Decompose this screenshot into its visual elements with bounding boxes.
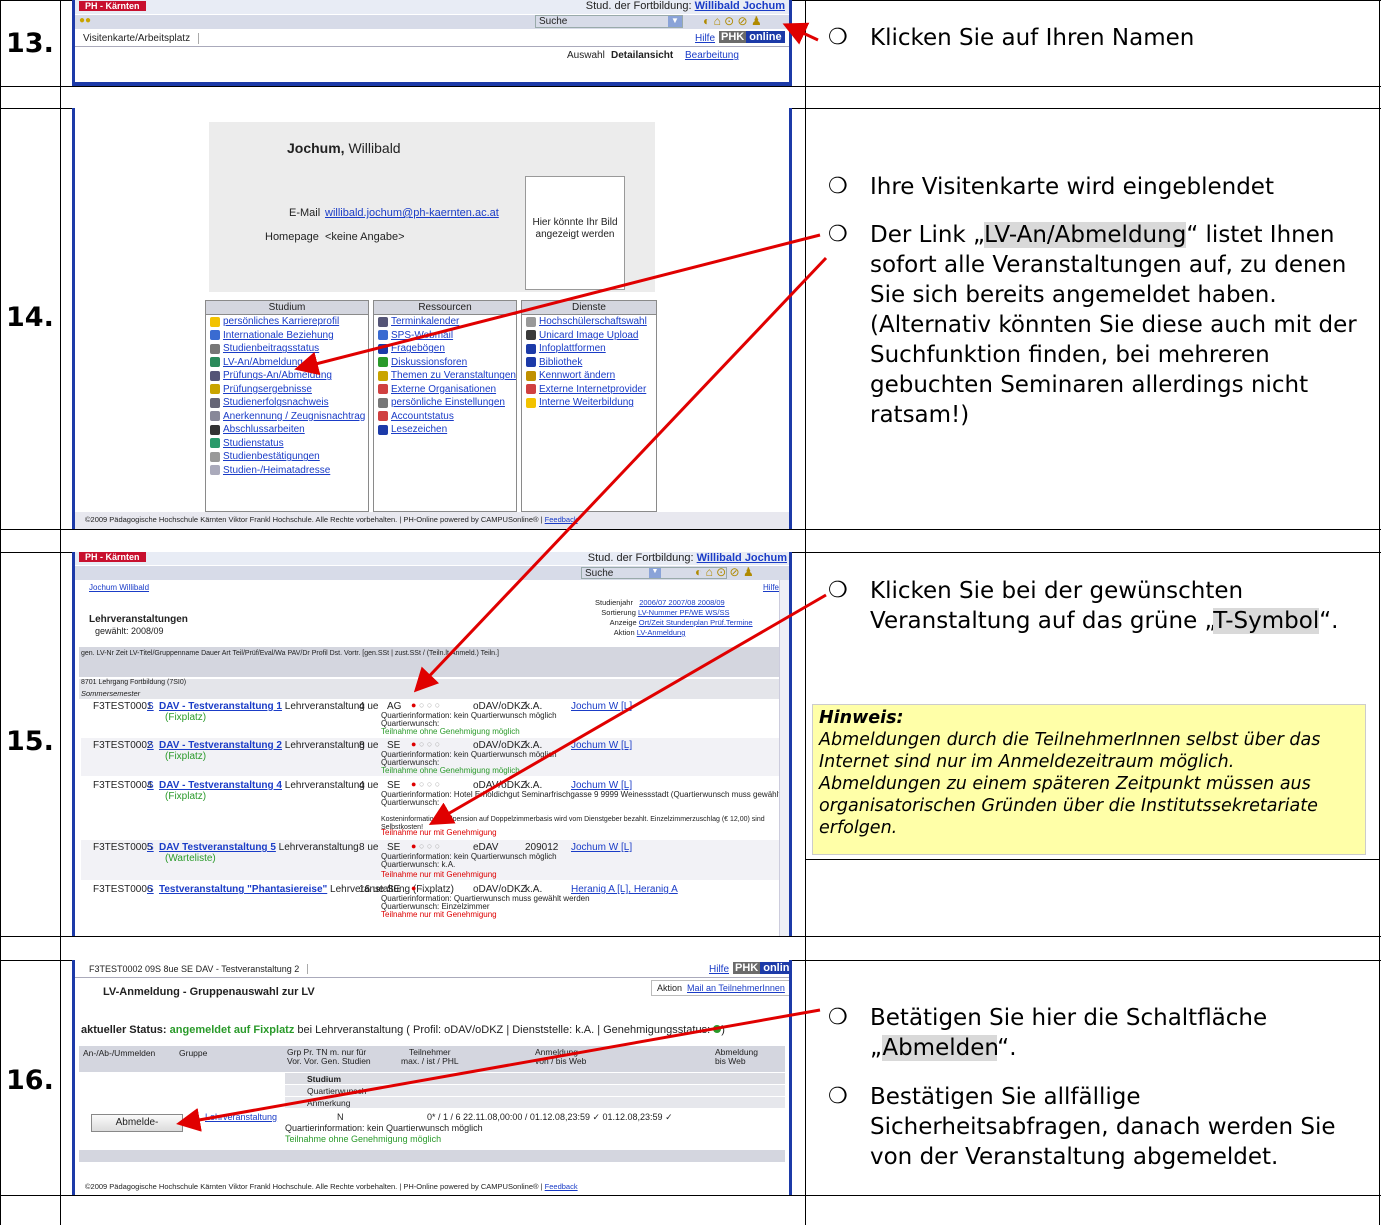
annotation-arrows xyxy=(176,22,828,1132)
arrow-step13 xyxy=(782,22,819,45)
arrow-step15-t xyxy=(428,593,827,826)
arrow-step16 xyxy=(176,1008,821,1132)
